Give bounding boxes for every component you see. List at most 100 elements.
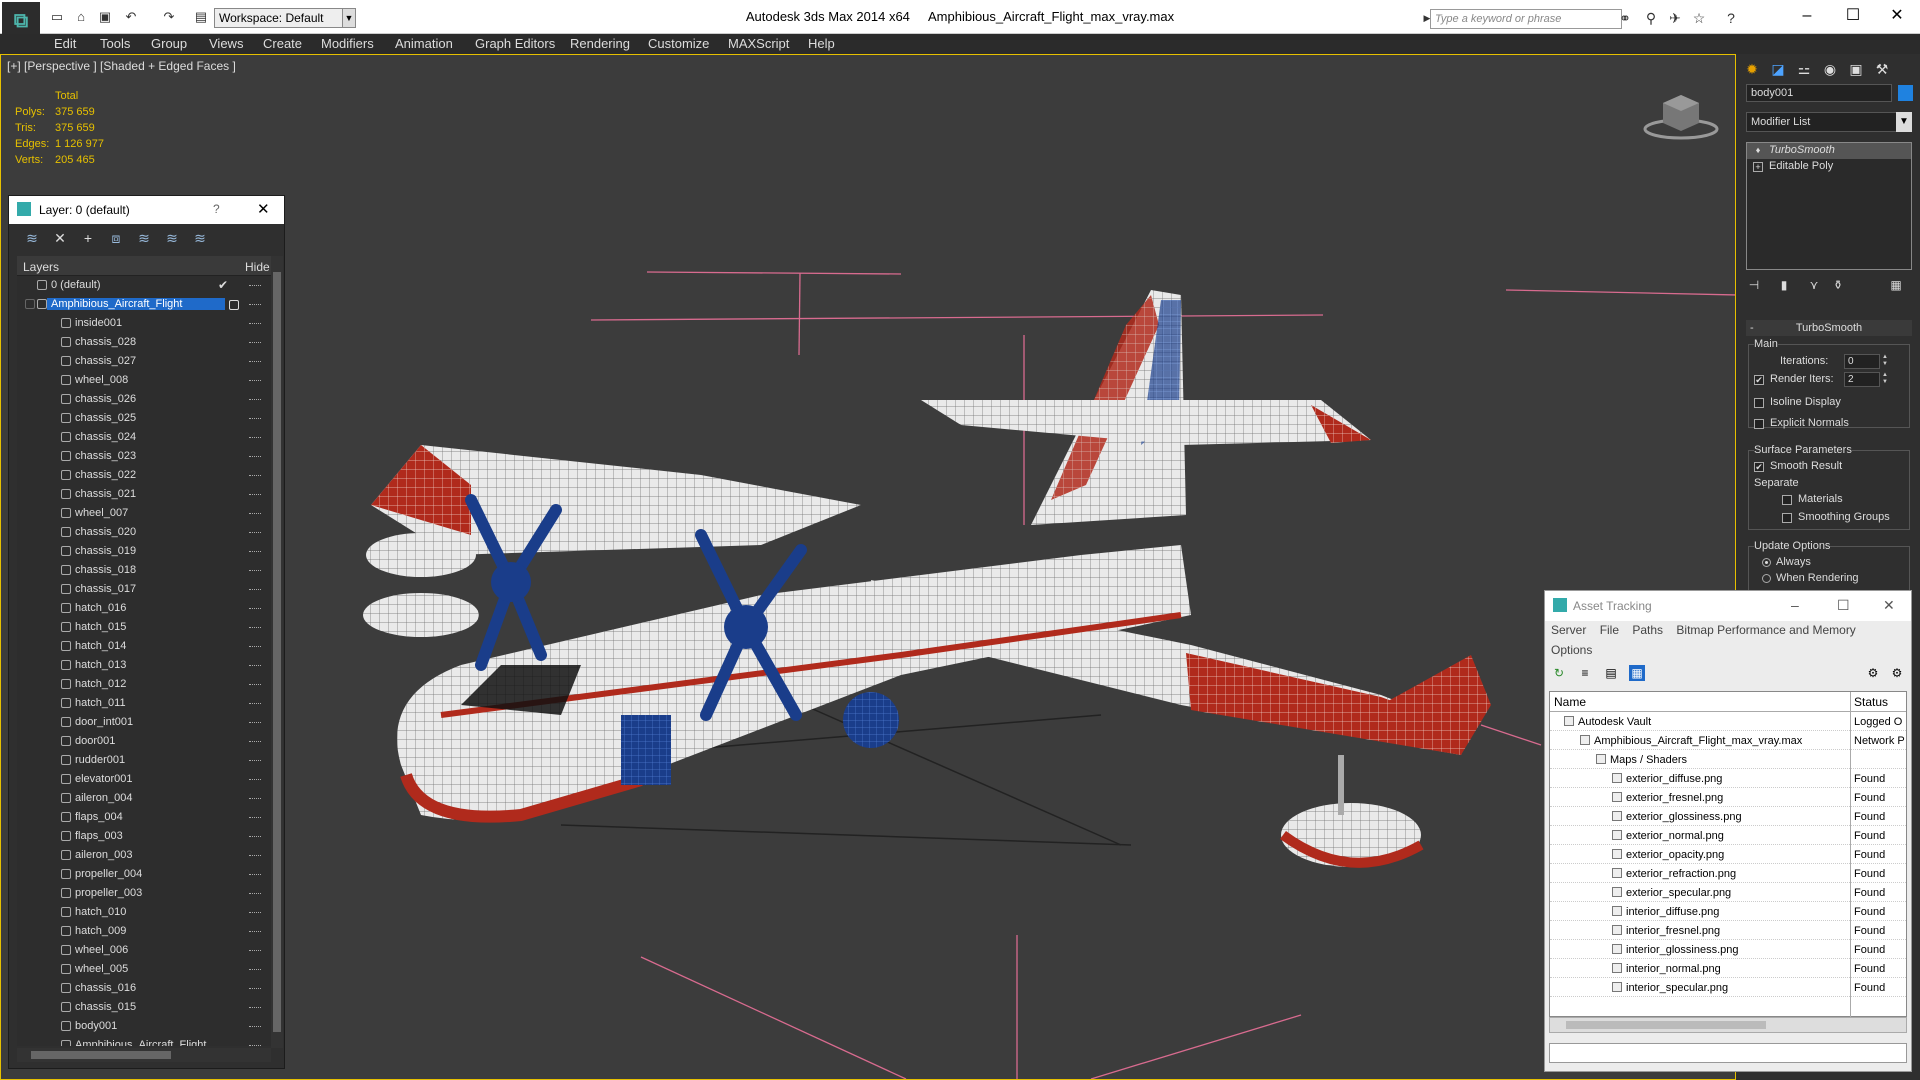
- modifier-list-dropdown[interactable]: Modifier List: [1746, 112, 1906, 132]
- search-input[interactable]: Type a keyword or phrase: [1430, 9, 1622, 29]
- layer-object-row[interactable]: chassis_026: [17, 390, 271, 409]
- highlight-icon[interactable]: ≋: [135, 230, 153, 248]
- hide-toggle[interactable]: [249, 513, 261, 515]
- asset-row[interactable]: interior_glossiness.png Found: [1550, 940, 1906, 959]
- star-icon[interactable]: ☆: [1690, 10, 1708, 28]
- asset-row[interactable]: Amphibious_Aircraft_Flight_max_vray.max N…: [1550, 731, 1906, 750]
- layer-object-row[interactable]: chassis_019: [17, 542, 271, 561]
- asset-row[interactable]: Autodesk Vault Logged O: [1550, 712, 1906, 731]
- layer-object-row[interactable]: chassis_024: [17, 428, 271, 447]
- col-layers[interactable]: Layers: [23, 260, 59, 274]
- layer-object-row[interactable]: door_int001: [17, 713, 271, 732]
- menu-options[interactable]: Options: [1551, 643, 1592, 657]
- table-view-icon[interactable]: ▤: [1603, 665, 1619, 681]
- hide-toggle[interactable]: [249, 475, 261, 477]
- asset-row[interactable]: exterior_opacity.png Found: [1550, 845, 1906, 864]
- hide-toggle[interactable]: [249, 589, 261, 591]
- hide-toggle[interactable]: [249, 741, 261, 743]
- col-hide[interactable]: Hide: [245, 260, 270, 274]
- hide-toggle[interactable]: [249, 494, 261, 496]
- spinner-arrows-icon[interactable]: ▲ ▼: [1882, 372, 1890, 387]
- hide-toggle[interactable]: [249, 380, 261, 382]
- hide-toggle[interactable]: [249, 912, 261, 914]
- when-rendering-radio[interactable]: [1762, 574, 1771, 583]
- hide-toggle[interactable]: [249, 665, 261, 667]
- render-iters-spinner[interactable]: 2: [1844, 372, 1880, 387]
- motion-tab-icon[interactable]: ◉: [1818, 58, 1842, 80]
- layer-object-row[interactable]: chassis_015: [17, 998, 271, 1017]
- hide-toggle[interactable]: [249, 551, 261, 553]
- make-unique-icon[interactable]: ⋎: [1806, 278, 1822, 294]
- layer-object-row[interactable]: flaps_003: [17, 827, 271, 846]
- asset-row[interactable]: exterior_refraction.png Found: [1550, 864, 1906, 883]
- menu-tools[interactable]: Tools: [100, 36, 130, 51]
- menu-rendering[interactable]: Rendering: [570, 36, 630, 51]
- modify-tab-icon[interactable]: ◪: [1766, 58, 1790, 80]
- vault-icon[interactable]: ⚙: [1865, 665, 1881, 681]
- layer-object-row[interactable]: chassis_021: [17, 485, 271, 504]
- delete-icon[interactable]: ✕: [51, 230, 69, 248]
- display-tab-icon[interactable]: ▣: [1844, 58, 1868, 80]
- layer-object-row[interactable]: elevator001: [17, 770, 271, 789]
- hide-toggle[interactable]: [249, 570, 261, 572]
- layer-object-row[interactable]: hatch_010: [17, 903, 271, 922]
- select-icon[interactable]: ⧈: [107, 230, 125, 248]
- menu-paths[interactable]: Paths: [1632, 623, 1663, 637]
- hide-toggle[interactable]: [249, 437, 261, 439]
- hide-toggle[interactable]: [249, 418, 261, 420]
- asset-row[interactable]: exterior_fresnel.png Found: [1550, 788, 1906, 807]
- always-radio[interactable]: [1762, 558, 1771, 567]
- layer-object-row[interactable]: hatch_015: [17, 618, 271, 637]
- layer-object-row[interactable]: rudder001: [17, 751, 271, 770]
- turbosmooth-rollout[interactable]: - TurboSmooth: [1746, 320, 1912, 336]
- layer-object-row[interactable]: chassis_016: [17, 979, 271, 998]
- layer-object-row[interactable]: Amphibious_Aircraft_Flight: [17, 1036, 271, 1046]
- hide-toggle[interactable]: [249, 304, 261, 306]
- hide-toggle[interactable]: [249, 874, 261, 876]
- hide-toggle[interactable]: [249, 285, 261, 287]
- list-view-icon[interactable]: ≡: [1577, 665, 1593, 681]
- isoline-checkbox[interactable]: [1754, 398, 1764, 408]
- asset-row[interactable]: exterior_normal.png Found: [1550, 826, 1906, 845]
- hide-toggle[interactable]: [249, 361, 261, 363]
- menu-bitmap-performance[interactable]: Bitmap Performance and Memory: [1676, 623, 1855, 637]
- hide-toggle[interactable]: [249, 893, 261, 895]
- explicit-normals-checkbox[interactable]: [1754, 419, 1764, 429]
- hide-toggle[interactable]: [249, 342, 261, 344]
- hide-toggle[interactable]: [249, 399, 261, 401]
- hierarchy-tab-icon[interactable]: ⚍: [1792, 58, 1816, 80]
- hide-toggle[interactable]: [249, 779, 261, 781]
- layer-object-row[interactable]: hatch_014: [17, 637, 271, 656]
- smoothing-groups-checkbox[interactable]: [1782, 513, 1792, 523]
- hide-toggle[interactable]: [249, 950, 261, 952]
- col-name[interactable]: Name: [1554, 695, 1586, 709]
- hide-toggle[interactable]: [249, 627, 261, 629]
- hide-toggle[interactable]: [249, 608, 261, 610]
- close-icon[interactable]: ✕: [1874, 4, 1920, 28]
- menu-group[interactable]: Group: [151, 36, 187, 51]
- expand-icon[interactable]: +: [1753, 162, 1763, 172]
- stack-item-editable-poly[interactable]: + Editable Poly: [1747, 159, 1911, 175]
- utilities-tab-icon[interactable]: ⚒: [1870, 58, 1894, 80]
- freeze-all-icon[interactable]: ≋: [191, 230, 209, 248]
- asset-row[interactable]: Maps / Shaders: [1550, 750, 1906, 769]
- asset-row[interactable]: exterior_glossiness.png Found: [1550, 807, 1906, 826]
- bulb-icon[interactable]: ♦: [1753, 146, 1763, 156]
- menu-animation[interactable]: Animation: [395, 36, 453, 51]
- hide-toggle[interactable]: [249, 836, 261, 838]
- menu-edit[interactable]: Edit: [54, 36, 76, 51]
- layer-object-row[interactable]: wheel_005: [17, 960, 271, 979]
- asset-row[interactable]: interior_specular.png Found: [1550, 978, 1906, 997]
- layer-object-row[interactable]: hatch_016: [17, 599, 271, 618]
- maximize-icon[interactable]: ☐: [1837, 597, 1850, 614]
- hide-toggle[interactable]: [249, 1007, 261, 1009]
- add-icon[interactable]: +: [79, 230, 97, 248]
- hide-toggle[interactable]: [249, 684, 261, 686]
- settings-icon[interactable]: ⚙: [1889, 665, 1905, 681]
- layer-object-row[interactable]: chassis_017: [17, 580, 271, 599]
- minimize-icon[interactable]: –: [1791, 597, 1799, 613]
- asset-tracking-titlebar[interactable]: Asset Tracking – ☐ ✕: [1545, 591, 1911, 621]
- menu-server[interactable]: Server: [1551, 623, 1586, 637]
- layer-object-row[interactable]: flaps_004: [17, 808, 271, 827]
- spinner-arrows-icon[interactable]: ▲ ▼: [1882, 354, 1890, 369]
